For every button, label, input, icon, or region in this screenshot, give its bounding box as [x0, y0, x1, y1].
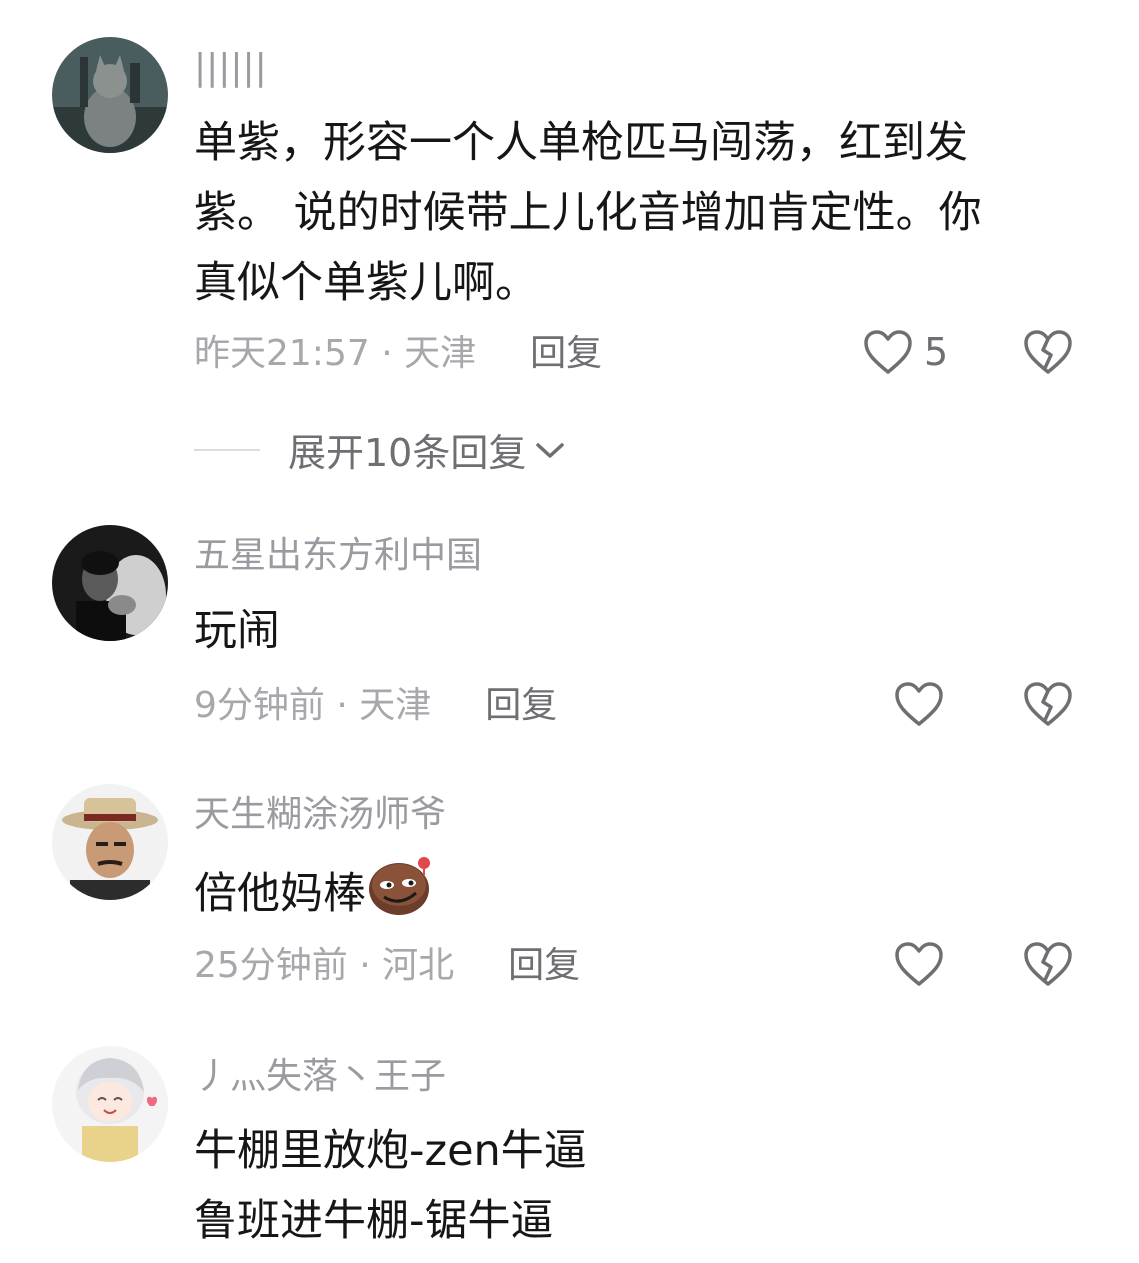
comment-content: 单紫，形容一个人单枪匹马闯荡，红到发 紫。 说的时候带上儿化音增加肯定性。你 真…: [194, 108, 1074, 318]
heart-outline-icon: [893, 680, 945, 728]
broken-heart-icon: [1022, 680, 1074, 728]
comment-username[interactable]: 五星出东方利中国: [194, 534, 482, 578]
reply-button[interactable]: 回复: [508, 945, 580, 986]
heart-outline-icon: [893, 940, 945, 988]
comment-username[interactable]: ||||||: [194, 46, 267, 90]
reply-button[interactable]: 回复: [485, 685, 557, 726]
content-line: 真似个单紫儿啊。: [194, 258, 538, 308]
meta-separator: ·: [369, 333, 405, 374]
dislike-button[interactable]: [1022, 940, 1074, 988]
comment-meta: 9分钟前 · 天津 回复: [194, 684, 557, 728]
content-line: 紫。 说的时候带上儿化音增加肯定性。你: [194, 188, 982, 238]
like-button[interactable]: [893, 680, 945, 728]
smirk-emoji-icon: [368, 855, 434, 938]
comment-username[interactable]: 天生糊涂汤师爷: [194, 793, 446, 837]
broken-heart-icon: [1022, 328, 1074, 376]
expand-replies-label: 展开10条回复: [288, 431, 527, 475]
dislike-button[interactable]: [1022, 680, 1074, 728]
chevron-down-icon: [534, 438, 566, 462]
content-line: 鲁班进牛棚-锯牛逼: [194, 1196, 554, 1246]
like-button[interactable]: [893, 940, 945, 988]
comment-username[interactable]: 丿灬失落丶王子: [194, 1055, 446, 1099]
reply-button[interactable]: 回复: [530, 333, 602, 374]
divider: [194, 448, 260, 451]
expand-replies-button[interactable]: 展开10条回复: [194, 422, 566, 477]
content-text: 倍他妈棒: [194, 869, 366, 919]
content-line: 倍他妈棒: [194, 855, 1074, 938]
comment-location: 天津: [404, 333, 477, 374]
comment-meta: 25分钟前 · 河北 回复: [194, 944, 580, 988]
heart-outline-icon: [862, 328, 914, 376]
like-count: 5: [924, 330, 949, 374]
comment-time: 9分钟前: [194, 685, 325, 726]
meta-separator: ·: [324, 685, 360, 726]
comment-content: 玩闹: [194, 596, 1074, 666]
comment-content: 倍他妈棒: [194, 855, 1074, 938]
like-button[interactable]: 5: [862, 328, 948, 376]
comment-location: 天津: [359, 685, 432, 726]
content-line: 单紫，形容一个人单枪匹马闯荡，红到发: [194, 118, 968, 168]
content-line: 玩闹: [194, 606, 280, 656]
comment-location: 河北: [382, 945, 455, 986]
avatar[interactable]: [52, 784, 168, 900]
avatar[interactable]: [52, 525, 168, 641]
comment-content: 牛棚里放炮-zen牛逼 鲁班进牛棚-锯牛逼: [194, 1116, 1074, 1256]
dislike-button[interactable]: [1022, 328, 1074, 376]
comment-time: 25分钟前: [194, 945, 348, 986]
comment-meta: 昨天21:57 · 天津 回复: [194, 332, 602, 376]
avatar[interactable]: [52, 37, 168, 153]
meta-separator: ·: [347, 945, 383, 986]
comment-time: 昨天21:57: [194, 333, 370, 374]
avatar[interactable]: [52, 1046, 168, 1162]
broken-heart-icon: [1022, 940, 1074, 988]
content-line: 牛棚里放炮-zen牛逼: [194, 1126, 587, 1176]
